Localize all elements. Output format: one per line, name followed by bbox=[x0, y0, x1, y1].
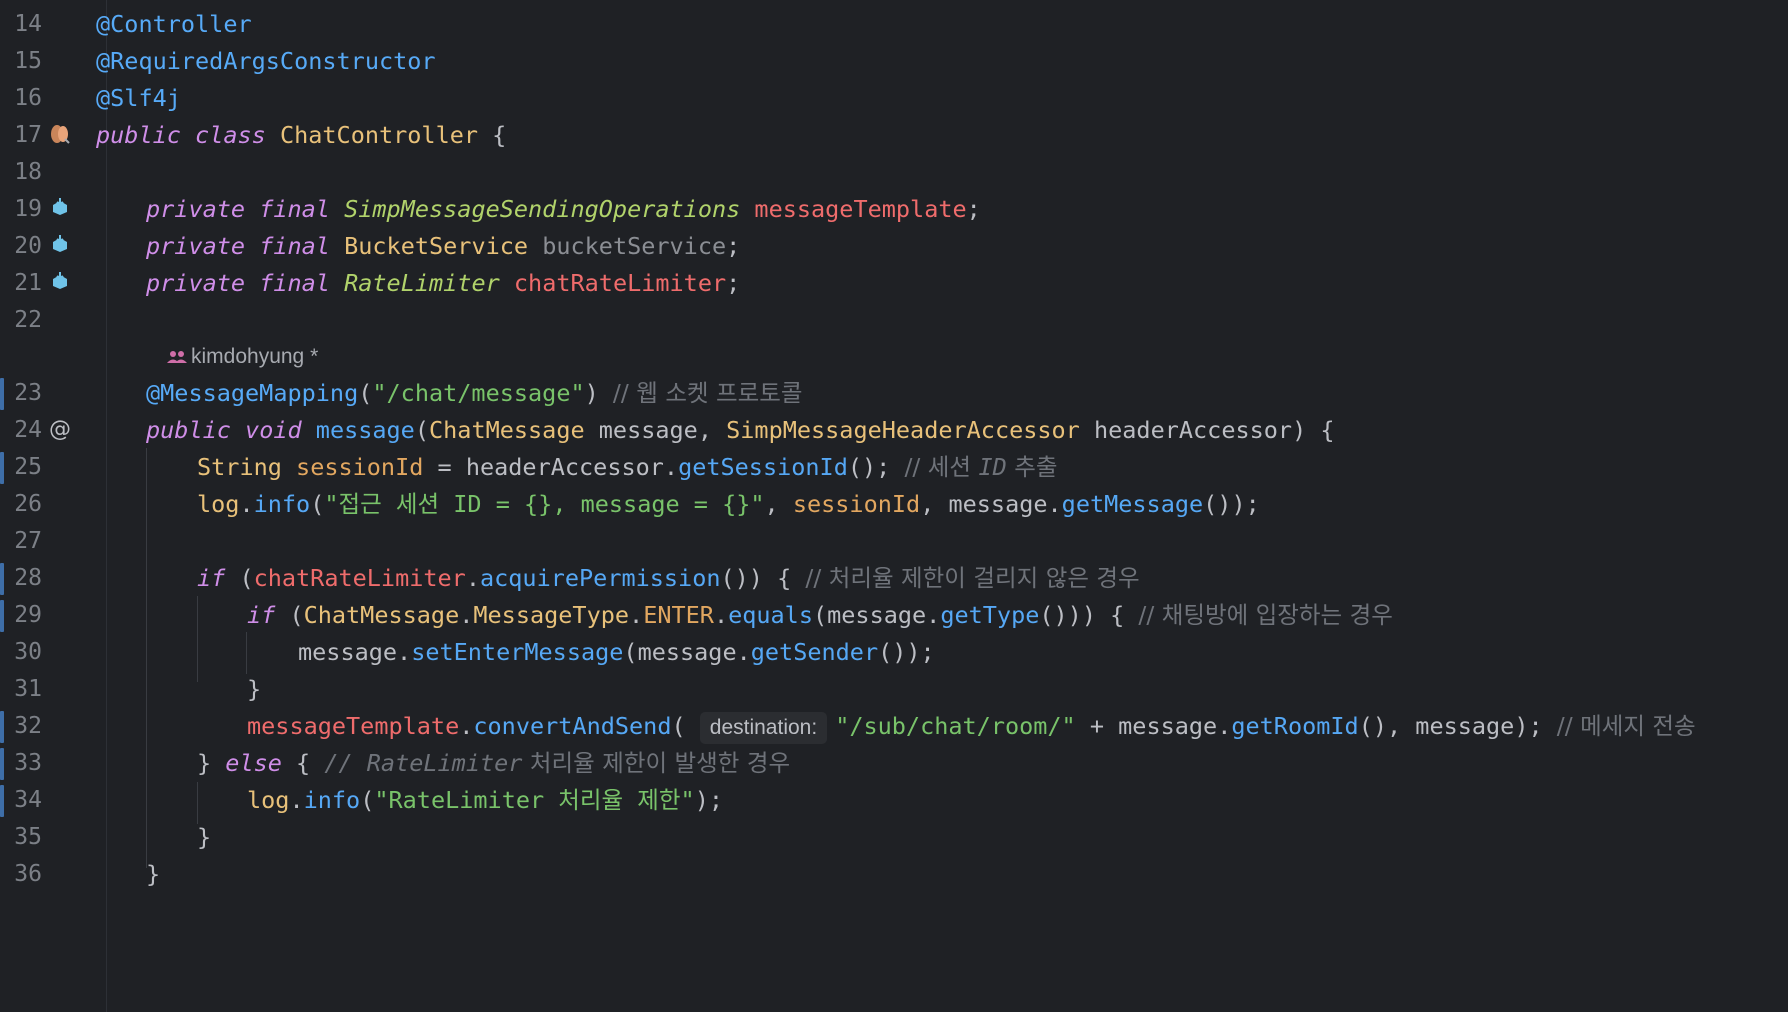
code-editor[interactable]: 14 @Controller 15 @RequiredArgsConstruct… bbox=[0, 0, 1788, 1012]
code-row: 36 } bbox=[0, 853, 1788, 895]
code-row: 27 bbox=[0, 520, 1788, 562]
code-row: 26 log.info("접근 세션 ID = {}, message = {}… bbox=[0, 483, 1788, 525]
code-row: 32 messageTemplate.convertAndSend( desti… bbox=[0, 705, 1788, 747]
line-number: 23 bbox=[14, 380, 42, 406]
code-line[interactable]: } bbox=[197, 816, 211, 858]
code-row: 28 if (chatRateLimiter.acquirePermission… bbox=[0, 557, 1788, 599]
code-line[interactable]: @MessageMapping("/chat/message") // 웹 소켓… bbox=[146, 372, 803, 414]
injected-bean-icon[interactable] bbox=[48, 197, 72, 221]
code-row: 17 public class ChatController { bbox=[0, 114, 1788, 156]
line-number: 21 bbox=[14, 270, 42, 296]
injected-bean-icon[interactable] bbox=[48, 271, 72, 295]
code-row: 19 private final SimpMessageSendingOpera… bbox=[0, 188, 1788, 230]
line-number: 30 bbox=[14, 639, 42, 665]
code-line[interactable]: log.info("RateLimiter 처리율 제한"); bbox=[247, 779, 723, 821]
code-line[interactable]: if (chatRateLimiter.acquirePermission())… bbox=[197, 557, 1140, 599]
code-row: 33 } else { // RateLimiter 처리율 제한이 발생한 경… bbox=[0, 742, 1788, 784]
parameter-hint: destination: bbox=[699, 711, 828, 744]
code-line[interactable]: public void message(ChatMessage message,… bbox=[146, 409, 1335, 451]
code-row: 18 bbox=[0, 151, 1788, 193]
code-row: 34 log.info("RateLimiter 처리율 제한"); bbox=[0, 779, 1788, 821]
line-number: 26 bbox=[14, 491, 42, 517]
code-line[interactable]: @RequiredArgsConstructor bbox=[96, 40, 436, 82]
line-number: 24 bbox=[14, 417, 42, 443]
line-number: 31 bbox=[14, 676, 42, 702]
code-row: 20 private final BucketService bucketSer… bbox=[0, 225, 1788, 267]
line-number: 25 bbox=[14, 454, 42, 480]
code-row: 29 if (ChatMessage.MessageType.ENTER.equ… bbox=[0, 594, 1788, 636]
code-line[interactable]: messageTemplate.convertAndSend( destinat… bbox=[247, 705, 1696, 747]
code-line[interactable]: } bbox=[146, 853, 160, 895]
code-row: 30 message.setEnterMessage(message.getSe… bbox=[0, 631, 1788, 673]
line-number: 27 bbox=[14, 528, 42, 554]
code-row: 15 @RequiredArgsConstructor bbox=[0, 40, 1788, 82]
line-number: 28 bbox=[14, 565, 42, 591]
line-number: 16 bbox=[14, 85, 42, 111]
line-number: 34 bbox=[14, 787, 42, 813]
code-line[interactable]: if (ChatMessage.MessageType.ENTER.equals… bbox=[247, 594, 1393, 636]
code-line[interactable]: private final SimpMessageSendingOperatio… bbox=[146, 188, 981, 230]
line-number: 18 bbox=[14, 159, 42, 185]
code-row: 31 } bbox=[0, 668, 1788, 710]
line-number: 29 bbox=[14, 602, 42, 628]
line-number: 36 bbox=[14, 861, 42, 887]
line-number: 32 bbox=[14, 713, 42, 739]
author-name: kimdohyung * bbox=[191, 345, 319, 368]
line-number: 19 bbox=[14, 196, 42, 222]
code-row: 35 } bbox=[0, 816, 1788, 858]
code-line[interactable]: String sessionId = headerAccessor.getSes… bbox=[197, 446, 1057, 488]
code-line[interactable]: } bbox=[247, 668, 261, 710]
code-row: 25 String sessionId = headerAccessor.get… bbox=[0, 446, 1788, 488]
websocket-mapping-icon[interactable]: @ bbox=[48, 418, 72, 442]
line-number: 33 bbox=[14, 750, 42, 776]
line-number: 20 bbox=[14, 233, 42, 259]
code-line[interactable]: @Controller bbox=[96, 3, 252, 45]
code-line[interactable]: private final BucketService bucketServic… bbox=[146, 225, 740, 267]
line-number: 22 bbox=[14, 307, 42, 333]
code-line[interactable]: @Slf4j bbox=[96, 77, 181, 119]
code-row: 16 @Slf4j bbox=[0, 77, 1788, 119]
code-line[interactable]: public class ChatController { bbox=[96, 114, 506, 156]
code-line[interactable]: message.setEnterMessage(message.getSende… bbox=[298, 631, 935, 673]
code-row: 24 @ public void message(ChatMessage mes… bbox=[0, 409, 1788, 451]
code-row: 23 @MessageMapping("/chat/message") // 웹… bbox=[0, 372, 1788, 414]
code-row: 21 private final RateLimiter chatRateLim… bbox=[0, 262, 1788, 304]
line-number: 14 bbox=[14, 11, 42, 37]
code-row: 22 bbox=[0, 299, 1788, 341]
code-line[interactable]: log.info("접근 세션 ID = {}, message = {}", … bbox=[197, 483, 1260, 525]
people-icon bbox=[167, 351, 187, 364]
code-line[interactable]: private final RateLimiter chatRateLimite… bbox=[146, 262, 740, 304]
line-number: 17 bbox=[14, 122, 42, 148]
line-number: 35 bbox=[14, 824, 42, 850]
code-line[interactable]: } else { // RateLimiter 처리율 제한이 발생한 경우 bbox=[197, 742, 790, 784]
code-row: 14 @Controller bbox=[0, 3, 1788, 45]
bean-class-icon[interactable] bbox=[48, 123, 72, 147]
line-number: 15 bbox=[14, 48, 42, 74]
injected-bean-icon[interactable] bbox=[48, 234, 72, 258]
